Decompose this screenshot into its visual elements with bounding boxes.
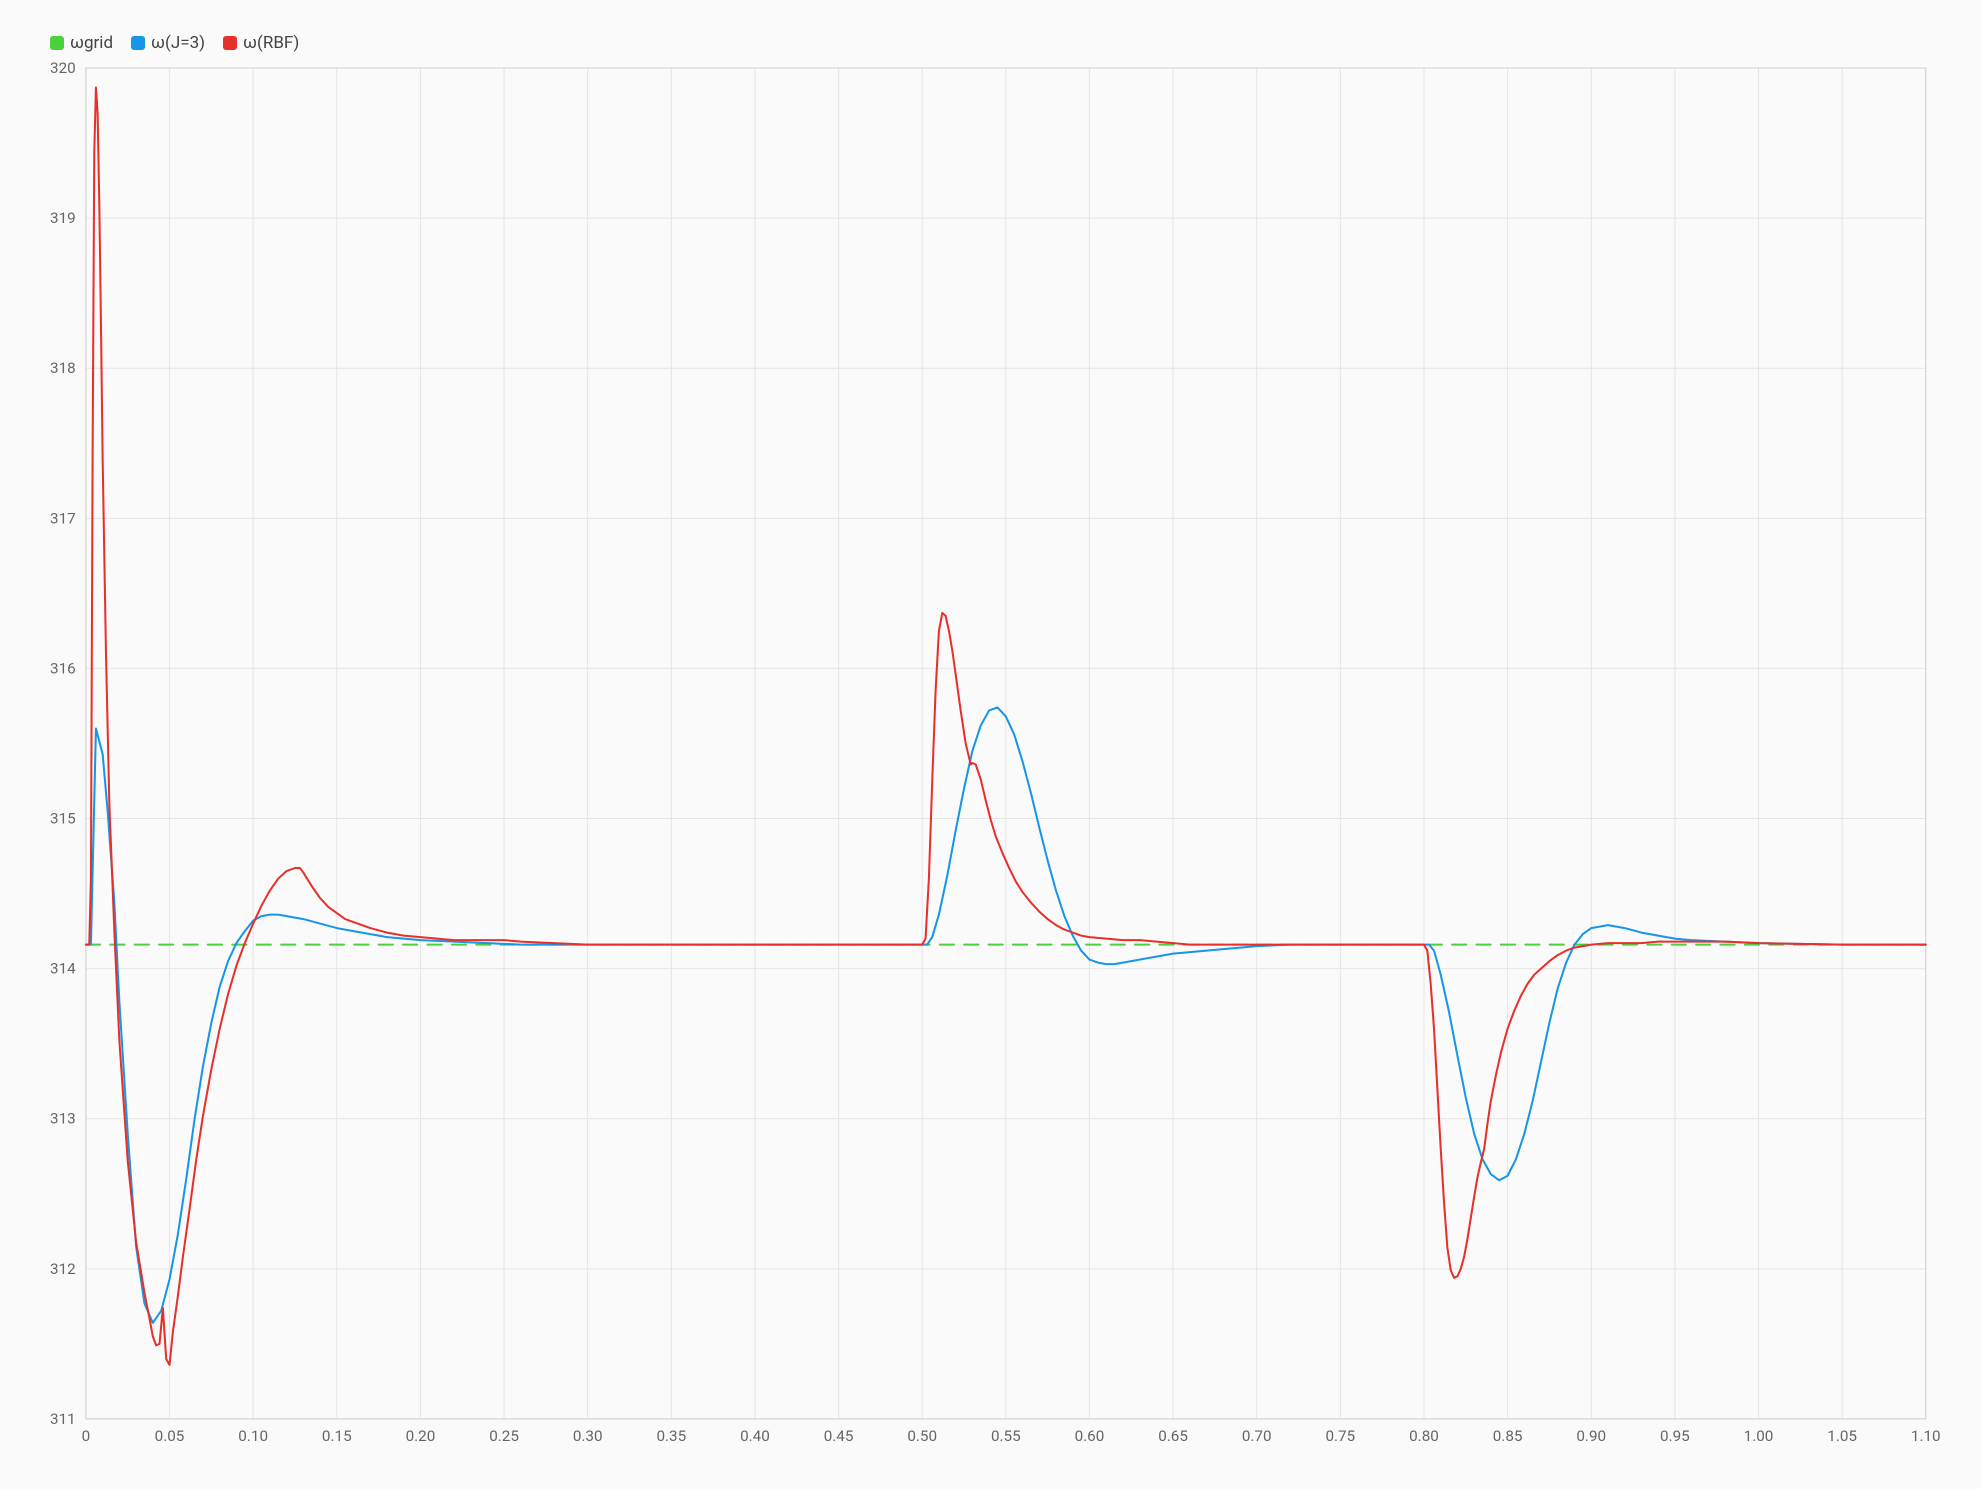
x-tick-label: 0.15: [322, 1427, 352, 1445]
x-tick-label: 0.10: [238, 1427, 268, 1445]
legend-label: ω(RBF): [243, 33, 299, 53]
x-tick-label: 0.65: [1158, 1427, 1188, 1445]
y-tick-label: 318: [50, 359, 76, 377]
x-tick-label: 0.55: [991, 1427, 1021, 1445]
x-tick-label: 0.50: [907, 1427, 937, 1445]
x-tick-label: 0.25: [489, 1427, 519, 1445]
y-tick-label: 313: [50, 1110, 76, 1128]
legend-swatch: [131, 36, 145, 50]
x-tick-label: 0.40: [740, 1427, 770, 1445]
chart-legend: ωgrid ω(J=3) ω(RBF): [30, 30, 1941, 56]
y-tick-label: 317: [50, 509, 76, 527]
x-tick-label: 0.35: [656, 1427, 686, 1445]
x-tick-label: 0.30: [573, 1427, 603, 1445]
y-tick-label: 314: [50, 960, 76, 978]
y-tick-label: 320: [50, 59, 76, 77]
y-tick-label: 312: [50, 1260, 76, 1278]
line-chart: ωgridω(J=3)ω(RBF) 00.050.100.150.200.250…: [0, 0, 1981, 1489]
x-tick-label: 0.05: [155, 1427, 185, 1445]
x-tick-label: 0.75: [1325, 1427, 1355, 1445]
legend-swatch: [223, 36, 237, 50]
x-tick-label: 0.70: [1242, 1427, 1272, 1445]
x-tick-label: 0.85: [1493, 1427, 1523, 1445]
plot-area: 0 0.05 0.10 0.15 0.20 0.25 0.30 0.35 0.40 0.45 0.5…: [30, 56, 1941, 1459]
legend-item: ω(RBF): [223, 33, 299, 53]
legend-item: ωgrid: [50, 33, 113, 53]
x-tick-label: 1.00: [1744, 1427, 1774, 1445]
y-tick-label: 319: [50, 209, 76, 227]
x-tick-label: 0.60: [1075, 1427, 1105, 1445]
legend-label: ω(J=3): [151, 33, 205, 53]
y-tick-label: 315: [50, 810, 76, 828]
x-tick-label: 1.10: [1911, 1427, 1941, 1445]
x-tick-label: 0.80: [1409, 1427, 1439, 1445]
x-tick-label: 0.90: [1576, 1427, 1606, 1445]
legend-item: ω(J=3): [131, 33, 205, 53]
x-tick-label: 0: [82, 1427, 91, 1445]
legend-swatch: [50, 36, 64, 50]
x-tick-label: 1.05: [1827, 1427, 1857, 1445]
x-tick-label: 0.20: [406, 1427, 436, 1445]
y-tick-label: 316: [50, 660, 76, 678]
x-tick-label: 0.95: [1660, 1427, 1690, 1445]
legend-label: ωgrid: [70, 33, 113, 53]
y-tick-label: 311: [50, 1410, 76, 1428]
x-tick-label: 0.45: [824, 1427, 854, 1445]
